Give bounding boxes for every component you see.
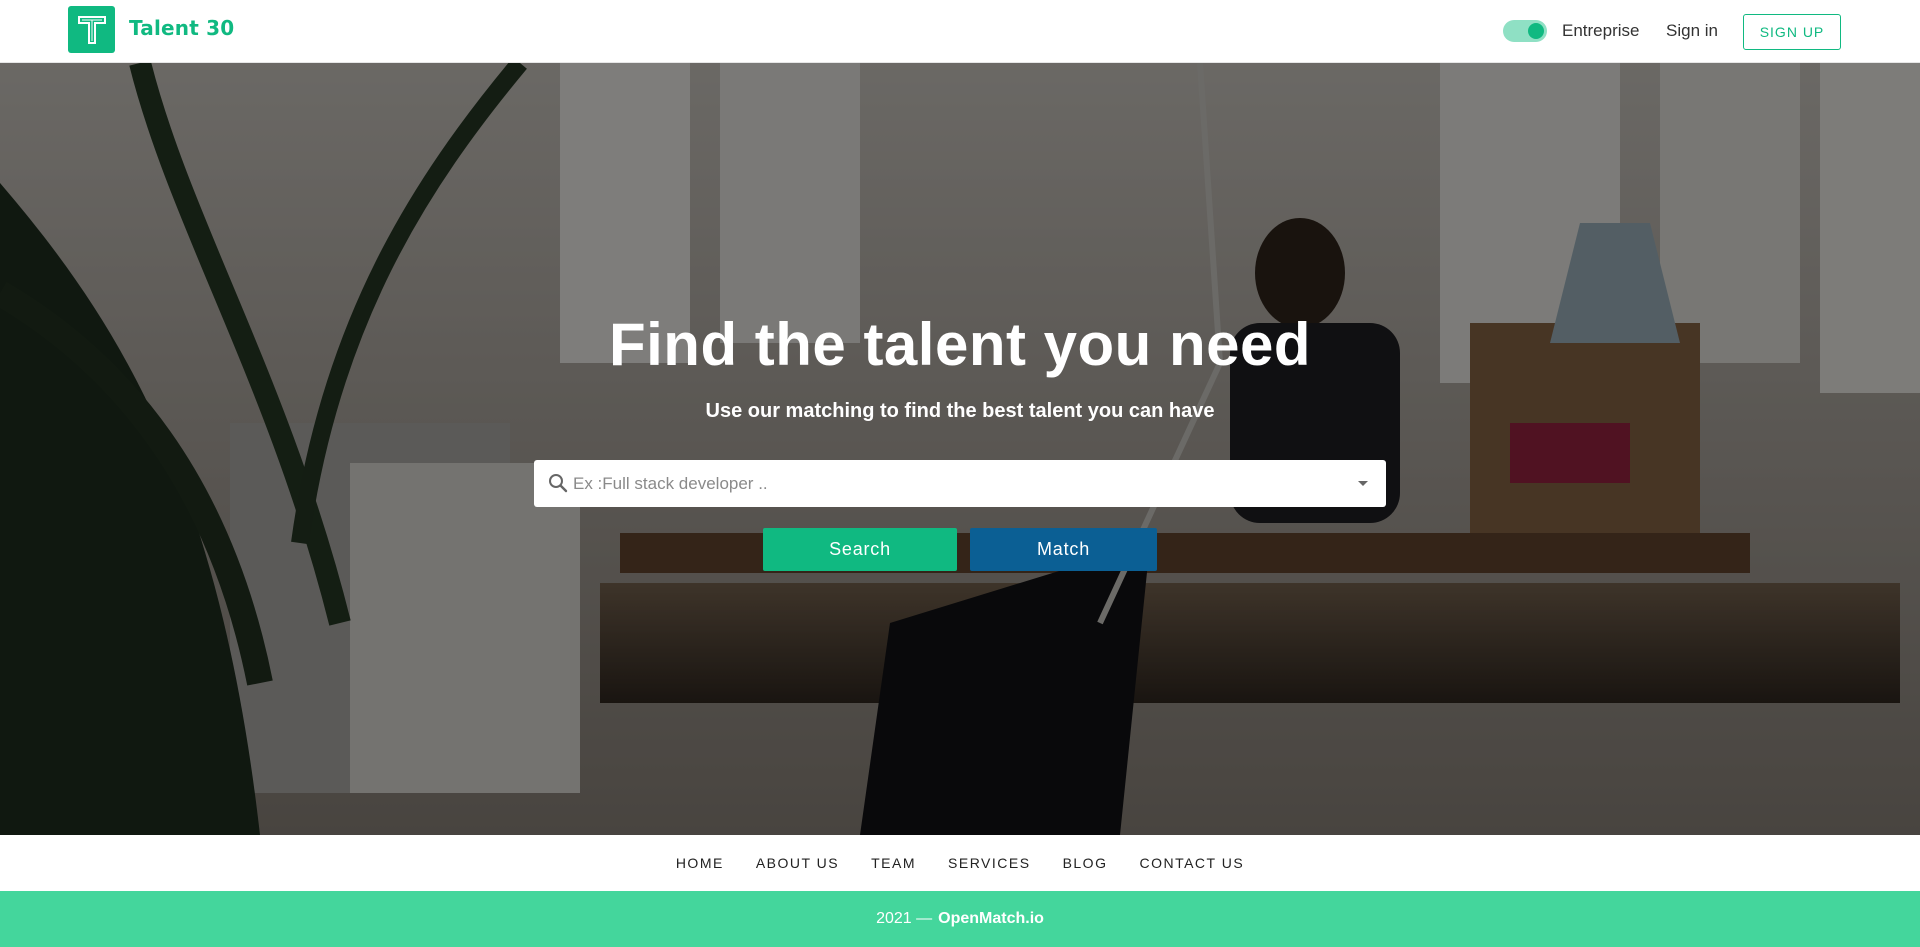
search-input[interactable]: [573, 460, 1333, 507]
hero-overlay: [0, 63, 1920, 835]
copyright-brand[interactable]: OpenMatch.io: [938, 910, 1044, 928]
search-button[interactable]: Search: [763, 528, 957, 571]
chevron-down-icon[interactable]: [1358, 481, 1368, 486]
toggle-knob: [1528, 23, 1544, 39]
brand-name[interactable]: Talent 30: [129, 16, 234, 40]
footer-link-services[interactable]: SERVICES: [948, 855, 1031, 871]
hero-subtitle: Use our matching to find the best talent…: [705, 400, 1215, 422]
hero-section: Find the talent you need Use our matchin…: [0, 63, 1920, 835]
entreprise-label[interactable]: Entreprise: [1562, 21, 1639, 41]
hero-title: Find the talent you need: [608, 311, 1312, 378]
copyright-bar: 2021 — OpenMatch.io: [0, 891, 1920, 947]
search-icon: [549, 474, 568, 493]
top-navbar: Talent 30 Entreprise Sign in SIGN UP: [0, 0, 1920, 63]
talent-logo-icon[interactable]: [68, 6, 115, 53]
signin-link[interactable]: Sign in: [1666, 21, 1718, 41]
match-button[interactable]: Match: [970, 528, 1157, 571]
signup-button[interactable]: SIGN UP: [1743, 14, 1841, 50]
footer-link-team[interactable]: TEAM: [871, 855, 916, 871]
search-autocomplete[interactable]: [534, 460, 1386, 507]
copyright-year: 2021 —: [876, 910, 933, 927]
logo-t-mark: [77, 15, 106, 44]
footer-nav: HOME ABOUT US TEAM SERVICES BLOG CONTACT…: [0, 835, 1920, 891]
entreprise-toggle[interactable]: [1503, 20, 1547, 42]
footer-link-home[interactable]: HOME: [676, 855, 724, 871]
footer-link-about-us[interactable]: ABOUT US: [756, 855, 839, 871]
footer-link-contact-us[interactable]: CONTACT US: [1139, 855, 1244, 871]
footer-link-blog[interactable]: BLOG: [1063, 855, 1108, 871]
